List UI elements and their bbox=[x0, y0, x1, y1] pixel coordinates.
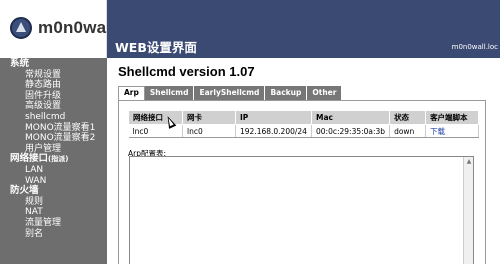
cell-interface: lnc0 bbox=[128, 124, 183, 138]
header-hostname: m0n0wall.loc bbox=[451, 43, 498, 51]
page-title: Shellcmd version 1.07 bbox=[118, 64, 255, 79]
sidebar-assign-link[interactable]: (指派) bbox=[48, 155, 68, 163]
sidebar-section-system: 系统 bbox=[10, 58, 30, 69]
sidebar-item-advanced[interactable]: 高级设置 bbox=[10, 101, 107, 112]
sidebar-item-static-routes[interactable]: 静态路由 bbox=[10, 80, 107, 91]
tab-backup[interactable]: Backup bbox=[265, 86, 308, 100]
tab-other[interactable]: Other bbox=[307, 86, 343, 100]
sidebar-item-aliases[interactable]: 别名 bbox=[10, 229, 107, 240]
sidebar-item-lan[interactable]: LAN bbox=[10, 165, 107, 176]
column-header-ip: IP bbox=[235, 110, 312, 125]
arp-table: 网络接口 网卡 IP Mac 状态 客户端脚本 lnc0 lnc0 192.16… bbox=[128, 110, 480, 138]
cell-client-script: 下载 bbox=[425, 124, 480, 138]
table-header-row: 网络接口 网卡 IP Mac 状态 客户端脚本 bbox=[128, 110, 480, 125]
column-header-mac: Mac bbox=[310, 110, 391, 125]
sidebar: m0n0wall 系统 常规设置 静态路由 固件升级 高级设置 shellcmd… bbox=[0, 0, 116, 264]
sidebar-item-shellcmd[interactable]: shellcmd bbox=[10, 112, 107, 123]
tab-bar: Arp Shellcmd EarlyShellcmd Backup Other bbox=[118, 86, 343, 100]
arp-config-textarea[interactable] bbox=[129, 156, 474, 264]
header-bar: WEB设置界面 m0n0wall.loc bbox=[107, 0, 500, 58]
sidebar-section-firewall: 防火墙 bbox=[10, 185, 39, 197]
tab-shellcmd[interactable]: Shellcmd bbox=[144, 86, 195, 100]
tab-arp[interactable]: Arp bbox=[118, 86, 145, 100]
cell-mac: 00:0c:29:35:0a:3b bbox=[311, 124, 391, 138]
download-link[interactable]: 下载 bbox=[430, 127, 445, 136]
sidebar-item-traffic-1[interactable]: MONO流量察看1 bbox=[10, 123, 107, 134]
textarea-scrollbar[interactable]: ▲ bbox=[463, 157, 473, 264]
sidebar-item-traffic-2[interactable]: MONO流量察看2 bbox=[10, 133, 107, 144]
sidebar-section-interfaces: 网络接口(指派) bbox=[10, 153, 69, 165]
header-title: WEB设置界面 bbox=[115, 40, 197, 55]
logo-icon bbox=[10, 17, 32, 39]
column-header-client-script: 客户端脚本 bbox=[425, 110, 480, 125]
sidebar-item-rules[interactable]: 规则 bbox=[10, 197, 107, 208]
column-header-nic: 网卡 bbox=[182, 110, 236, 125]
table-row: lnc0 lnc0 192.168.0.200/24 00:0c:29:35:0… bbox=[128, 124, 480, 138]
column-header-status: 状态 bbox=[389, 110, 427, 125]
logo[interactable]: m0n0wall bbox=[0, 0, 116, 58]
sidebar-nav: 系统 常规设置 静态路由 固件升级 高级设置 shellcmd MONO流量察看… bbox=[10, 58, 107, 240]
sidebar-item-general-setup[interactable]: 常规设置 bbox=[10, 70, 107, 81]
cell-status: down bbox=[389, 124, 427, 138]
tab-earlyshellcmd[interactable]: EarlyShellcmd bbox=[194, 86, 266, 100]
sidebar-item-traffic-shaper[interactable]: 流量管理 bbox=[10, 218, 107, 229]
sidebar-item-firmware[interactable]: 固件升级 bbox=[10, 91, 107, 102]
logo-text: m0n0wall bbox=[38, 18, 117, 37]
scroll-up-arrow-icon[interactable]: ▲ bbox=[464, 157, 474, 167]
cell-nic: lnc0 bbox=[182, 124, 236, 138]
cell-ip: 192.168.0.200/24 bbox=[235, 124, 312, 138]
sidebar-item-nat[interactable]: NAT bbox=[10, 207, 107, 218]
